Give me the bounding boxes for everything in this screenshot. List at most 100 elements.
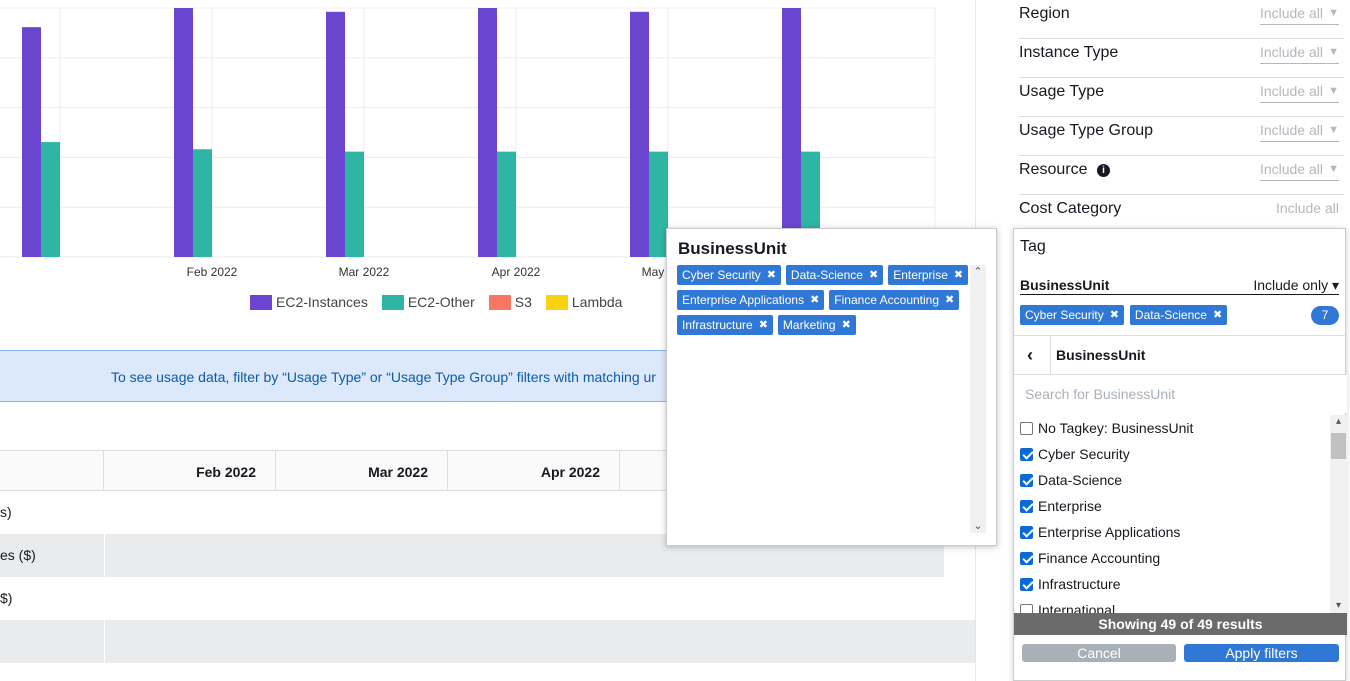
info-icon[interactable]: i (1097, 164, 1110, 177)
selected-chip: Cyber Security ✖ (1020, 305, 1124, 325)
legend-item[interactable]: Lambda (545, 294, 623, 310)
tag-value-option[interactable]: No Tagkey: BusinessUnit (1020, 415, 1193, 441)
checkbox[interactable] (1020, 577, 1033, 591)
bar-ec2-instances[interactable] (174, 8, 193, 257)
legend-swatch (381, 294, 404, 310)
x-tick-label: Feb 2022 (187, 265, 238, 279)
scroll-down-icon[interactable]: ▾ (1330, 599, 1347, 613)
caret-down-icon: ▼ (1328, 7, 1339, 19)
checkbox[interactable] (1020, 525, 1033, 539)
tag-key-row[interactable]: BusinessUnit Include only ▾ (1020, 275, 1339, 295)
cost-explorer-screen: Feb 2022Mar 2022Apr 2022May 2022Jun EC2-… (0, 0, 1350, 681)
filter-row-region[interactable]: Region Include all ▼ (1019, 0, 1344, 39)
caret-down-icon: ▾ (1331, 277, 1339, 293)
bar-ec2-instances[interactable] (326, 11, 345, 258)
legend-label: Lambda (571, 294, 623, 310)
legend-item[interactable]: EC2-Instances (250, 294, 368, 310)
tag-value-option[interactable]: International (1020, 597, 1115, 613)
tag-value-list: No Tagkey: BusinessUnit Cyber Security Dat… (1014, 415, 1347, 613)
selected-tag-chips: Cyber Security ✖ Data-Science ✖ (1020, 305, 1228, 325)
bar-ec2-other[interactable] (345, 151, 364, 257)
tag-chip: Enterprise Applications ✖ (677, 290, 825, 310)
tag-value-option[interactable]: Data-Science (1020, 467, 1122, 493)
filter-row-usage-type[interactable]: Usage Type Include all ▼ (1019, 78, 1344, 117)
checkbox[interactable] (1020, 603, 1033, 613)
apply-filters-button[interactable]: Apply filters (1184, 644, 1339, 662)
close-icon[interactable]: ✖ (954, 265, 963, 285)
close-icon[interactable]: ✖ (810, 290, 819, 310)
close-icon[interactable]: ✖ (869, 265, 878, 285)
bar-ec2-instances[interactable] (782, 8, 801, 257)
filter-row-resource[interactable]: Resource i Include all ▼ (1019, 156, 1344, 195)
filter-value: Include all (1275, 200, 1339, 216)
column-header[interactable]: Apr 2022 (447, 451, 620, 491)
checkbox[interactable] (1020, 447, 1033, 461)
caret-down-icon: ▼ (1328, 124, 1339, 136)
option-label: No Tagkey: BusinessUnit (1038, 420, 1194, 436)
tag-chip: Marketing ✖ (777, 315, 856, 335)
filter-value-select[interactable]: Include all ▼ (1259, 80, 1339, 103)
tag-search-input[interactable] (1014, 375, 1347, 413)
bar-ec2-other[interactable] (41, 142, 60, 257)
tag-actions: Cancel Apply filters (1014, 643, 1347, 663)
tag-value-option[interactable]: Infrastructure (1020, 571, 1120, 597)
checkbox[interactable] (1020, 421, 1033, 435)
filter-label: Usage Type (1019, 83, 1105, 100)
legend-item[interactable]: S3 (488, 294, 532, 310)
legend-item[interactable]: EC2-Other (381, 294, 475, 310)
selected-chip: Data-Science ✖ (1129, 305, 1228, 325)
scroll-thumb[interactable] (1331, 433, 1346, 459)
filter-value-select[interactable]: Include all (1276, 197, 1339, 219)
option-label: Cyber Security (1038, 446, 1130, 462)
table-row (0, 620, 975, 663)
bar-ec2-instances[interactable] (22, 27, 41, 258)
close-icon[interactable]: ✖ (759, 315, 768, 335)
chip-label: Enterprise Applications (682, 293, 805, 307)
close-icon[interactable]: ✖ (1110, 305, 1119, 325)
filter-value-select[interactable]: Include all ▼ (1259, 41, 1339, 64)
option-label: Data-Science (1038, 472, 1123, 488)
row-cells (104, 620, 975, 663)
close-icon[interactable]: ✖ (842, 315, 851, 335)
list-scrollbar[interactable]: ▴ ▾ (1330, 415, 1347, 613)
scroll-down-icon[interactable]: ⌄ (970, 519, 986, 533)
scroll-up-icon[interactable]: ▴ (1330, 415, 1347, 429)
option-label: Infrastructure (1038, 576, 1121, 592)
filter-value-select[interactable]: Include all ▼ (1259, 119, 1339, 142)
caret-down-icon: ▼ (1328, 85, 1339, 97)
filters-panel: Region Include all ▼ Instance Type Include a… (1013, 0, 1347, 681)
filter-value-select[interactable]: Include all ▼ (1259, 2, 1339, 25)
bar-ec2-instances[interactable] (630, 11, 649, 258)
tag-mode-select[interactable]: Include only ▾ (1253, 277, 1339, 294)
popover-scrollbar[interactable]: ⌃ ⌄ (970, 265, 986, 533)
chevron-left-icon[interactable]: ‹ (1027, 336, 1047, 376)
chip-label: Enterprise (893, 268, 948, 282)
tag-value-option[interactable]: Finance Accounting (1020, 545, 1160, 571)
tag-value-option[interactable]: Enterprise (1020, 493, 1102, 519)
checkbox[interactable] (1020, 499, 1033, 513)
bar-ec2-instances[interactable] (478, 8, 497, 257)
scroll-up-icon[interactable]: ⌃ (970, 265, 986, 279)
tag-chip: Finance Accounting ✖ (829, 290, 960, 310)
filter-row-instance-type[interactable]: Instance Type Include all ▼ (1019, 39, 1344, 78)
tag-value-title: BusinessUnit (1056, 347, 1146, 363)
bar-ec2-other[interactable] (497, 151, 516, 257)
close-icon[interactable]: ✖ (1213, 305, 1222, 325)
chip-label: Cyber Security (682, 268, 761, 282)
x-tick-label: Mar 2022 (339, 265, 390, 279)
filter-value-select[interactable]: Include all ▼ (1259, 158, 1339, 181)
checkbox[interactable] (1020, 551, 1033, 565)
tag-value-option[interactable]: Enterprise Applications (1020, 519, 1180, 545)
bar-ec2-other[interactable] (193, 149, 212, 257)
column-header[interactable]: Feb 2022 (103, 451, 276, 491)
close-icon[interactable]: ✖ (767, 265, 776, 285)
checkbox[interactable] (1020, 473, 1033, 487)
chip-label: Marketing (782, 318, 836, 332)
filter-row-usage-type-group[interactable]: Usage Type Group Include all ▼ (1019, 117, 1344, 156)
cancel-button[interactable]: Cancel (1022, 644, 1176, 662)
caret-down-icon: ▼ (1328, 163, 1339, 175)
chip-label: Data-Science (790, 268, 863, 282)
close-icon[interactable]: ✖ (945, 290, 954, 310)
column-header[interactable]: Mar 2022 (275, 451, 448, 491)
tag-value-option[interactable]: Cyber Security (1020, 441, 1130, 467)
